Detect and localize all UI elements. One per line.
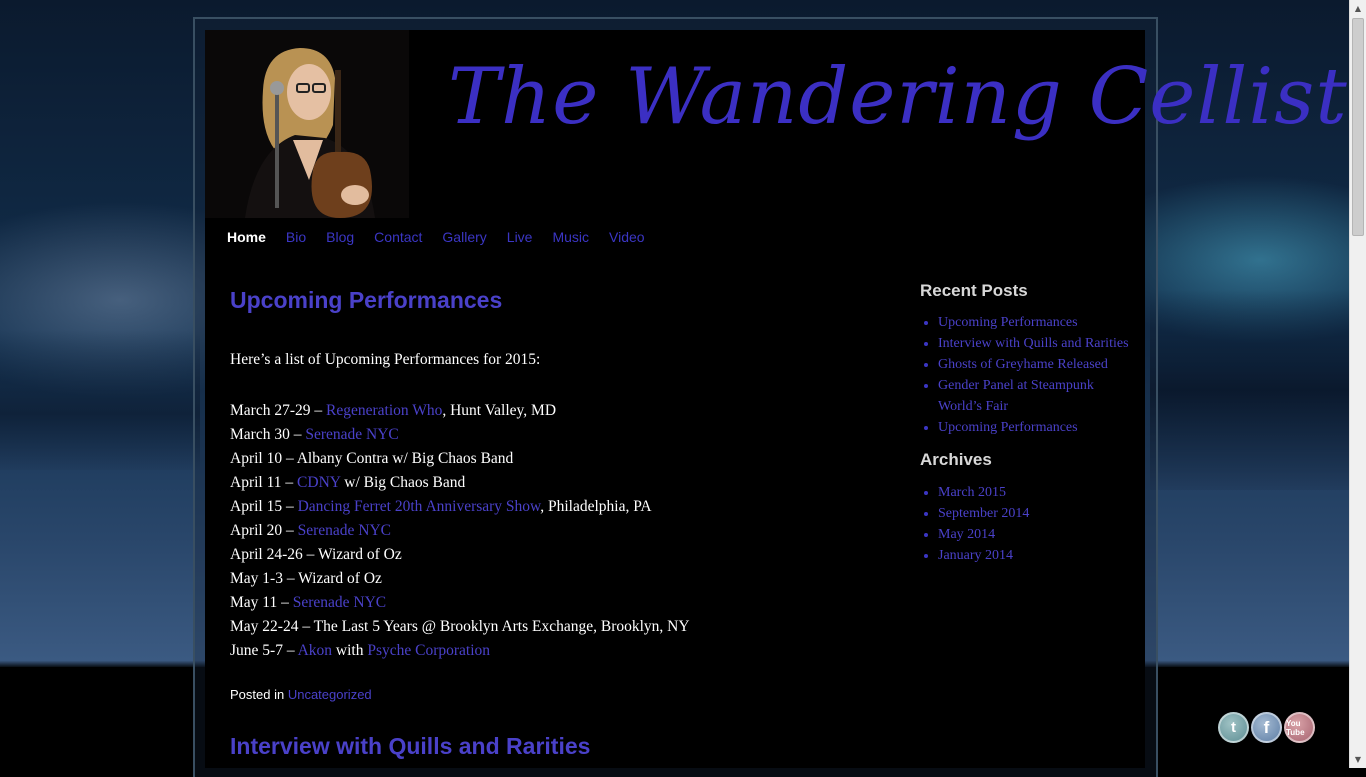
event-text: March 27-29 – <box>230 402 326 419</box>
nav-item-live[interactable]: Live <box>507 228 533 248</box>
posted-in-label: Posted in <box>230 687 285 702</box>
event-link[interactable]: Dancing Ferret 20th Anniversary Show <box>298 498 541 515</box>
social-icons: t f You Tube <box>1218 712 1315 743</box>
site-title[interactable]: The Wandering Cellist <box>448 52 1347 192</box>
event-text: March 30 – <box>230 426 306 443</box>
event-link[interactable]: Regeneration Who <box>326 402 442 419</box>
twitter-icon[interactable]: t <box>1218 712 1249 743</box>
nav-item-music[interactable]: Music <box>552 228 589 248</box>
event-text: May 22-24 – The Last 5 Years @ Brooklyn … <box>230 618 690 635</box>
event-link[interactable]: Serenade NYC <box>298 522 391 539</box>
next-post-title[interactable]: Interview with Quills and Rarities <box>230 733 590 760</box>
list-item: May 22-24 – The Last 5 Years @ Brooklyn … <box>230 615 690 639</box>
list-item: September 2014 <box>938 503 1140 524</box>
list-item: March 30 – Serenade NYC <box>230 423 690 447</box>
archive-link[interactable]: September 2014 <box>938 506 1029 521</box>
event-text: May 1-3 – Wizard of Oz <box>230 570 382 587</box>
list-item: Upcoming Performances <box>938 417 1140 438</box>
event-link[interactable]: Serenade NYC <box>293 594 386 611</box>
list-item: May 11 – Serenade NYC <box>230 591 690 615</box>
event-text: April 10 – Albany Contra w/ Big Chaos Ba… <box>230 450 514 467</box>
recent-post-link[interactable]: Interview with Quills and Rarities <box>938 336 1129 351</box>
list-item: Upcoming Performances <box>938 312 1140 333</box>
list-item: April 20 – Serenade NYC <box>230 519 690 543</box>
list-item: May 2014 <box>938 524 1140 545</box>
event-text: April 11 – <box>230 474 298 491</box>
recent-posts-list: Upcoming Performances Interview with Qui… <box>920 312 1140 438</box>
list-item: April 15 – Dancing Ferret 20th Anniversa… <box>230 495 690 519</box>
youtube-icon[interactable]: You Tube <box>1284 712 1315 743</box>
cellist-illustration <box>205 30 409 218</box>
list-item: April 10 – Albany Contra w/ Big Chaos Ba… <box>230 447 690 471</box>
event-link[interactable]: Akon <box>298 642 332 659</box>
nav-item-blog[interactable]: Blog <box>326 228 354 248</box>
facebook-icon[interactable]: f <box>1251 712 1282 743</box>
archives-heading: Archives <box>920 450 992 469</box>
background-trees-right <box>1150 290 1349 490</box>
recent-post-link[interactable]: Upcoming Performances <box>938 420 1078 435</box>
event-text: with <box>332 642 368 659</box>
post-title[interactable]: Upcoming Performances <box>230 287 502 314</box>
list-item: Ghosts of Greyhame Released <box>938 354 1140 375</box>
event-text: w/ Big Chaos Band <box>340 474 466 491</box>
post-intro: Here’s a list of Upcoming Performances f… <box>230 351 541 368</box>
event-text: May 11 – <box>230 594 293 611</box>
recent-post-link[interactable]: Upcoming Performances <box>938 315 1078 330</box>
list-item: April 24-26 – Wizard of Oz <box>230 543 690 567</box>
list-item: May 1-3 – Wizard of Oz <box>230 567 690 591</box>
event-link[interactable]: Psyche Corporation <box>367 642 490 659</box>
events-list: March 27-29 – Regeneration Who, Hunt Val… <box>230 399 690 663</box>
nav-item-gallery[interactable]: Gallery <box>442 228 486 248</box>
scroll-thumb[interactable] <box>1352 18 1364 236</box>
list-item: April 11 – CDNY w/ Big Chaos Band <box>230 471 690 495</box>
list-item: Interview with Quills and Rarities <box>938 333 1140 354</box>
nav-item-video[interactable]: Video <box>609 228 645 248</box>
archive-link[interactable]: May 2014 <box>938 527 995 542</box>
recent-post-link[interactable]: Ghosts of Greyhame Released <box>938 357 1108 372</box>
background-trees-left <box>0 330 200 470</box>
nav-item-contact[interactable]: Contact <box>374 228 422 248</box>
event-text: , Hunt Valley, MD <box>442 402 557 419</box>
main-nav: Home Bio Blog Contact Gallery Live Music… <box>227 228 665 248</box>
archive-link[interactable]: January 2014 <box>938 548 1013 563</box>
header-cellist-photo <box>205 30 409 218</box>
recent-post-link[interactable]: Gender Panel at Steampunk World’s Fair <box>938 378 1094 414</box>
list-item: January 2014 <box>938 545 1140 566</box>
recent-posts-heading: Recent Posts <box>920 281 1028 300</box>
event-text: , Philadelphia, PA <box>540 498 652 515</box>
scroll-down-arrow-icon[interactable]: ▼ <box>1350 751 1366 768</box>
category-link[interactable]: Uncategorized <box>288 687 372 702</box>
event-link[interactable]: CDNY <box>297 474 340 491</box>
scroll-up-arrow-icon[interactable]: ▲ <box>1350 0 1366 17</box>
archives-list: March 2015 September 2014 May 2014 Janua… <box>920 482 1140 566</box>
event-text: April 15 – <box>230 498 298 515</box>
event-text: June 5-7 – <box>230 642 298 659</box>
nav-item-bio[interactable]: Bio <box>286 228 306 248</box>
event-text: April 20 – <box>230 522 298 539</box>
archive-link[interactable]: March 2015 <box>938 485 1006 500</box>
vertical-scrollbar[interactable]: ▲ ▼ <box>1349 0 1366 768</box>
event-text: April 24-26 – Wizard of Oz <box>230 546 402 563</box>
nav-item-home[interactable]: Home <box>227 228 266 248</box>
list-item: March 27-29 – Regeneration Who, Hunt Val… <box>230 399 690 423</box>
list-item: June 5-7 – Akon with Psyche Corporation <box>230 639 690 663</box>
post-meta: Posted in Uncategorized <box>230 687 372 702</box>
list-item: March 2015 <box>938 482 1140 503</box>
list-item: Gender Panel at Steampunk World’s Fair <box>938 375 1140 417</box>
event-link[interactable]: Serenade NYC <box>305 426 398 443</box>
